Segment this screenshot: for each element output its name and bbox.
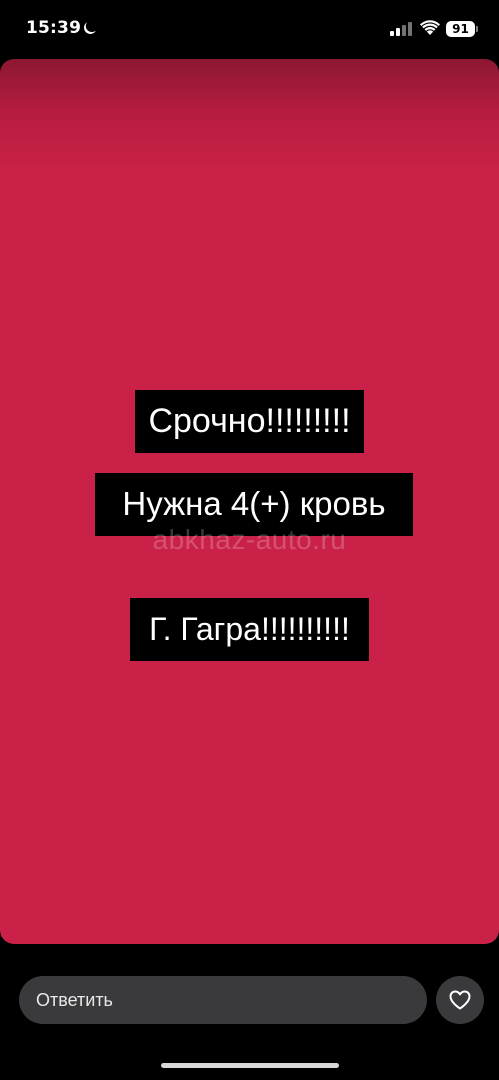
heart-icon: [449, 990, 471, 1010]
wifi-icon: [420, 20, 440, 35]
signal-icon: [390, 22, 412, 36]
battery-tip: [476, 26, 478, 32]
like-button[interactable]: [436, 976, 484, 1024]
status-bar: 15:39 91: [0, 0, 499, 58]
battery-icon: 91: [446, 21, 475, 37]
story-text-urgent: Срочно!!!!!!!!!: [135, 390, 364, 453]
status-time: 15:39: [26, 18, 82, 38]
reply-input[interactable]: Ответить: [19, 976, 427, 1024]
moon-icon: [84, 22, 96, 34]
home-indicator[interactable]: [161, 1063, 339, 1068]
battery-level: 91: [452, 22, 469, 36]
story-card[interactable]: Срочно!!!!!!!!! Нужна 4(+) кровь abkhaz-…: [0, 59, 499, 944]
watermark: abkhaz-auto.ru: [152, 524, 347, 555]
story-text-location: Г. Гагра!!!!!!!!!!: [130, 598, 369, 661]
